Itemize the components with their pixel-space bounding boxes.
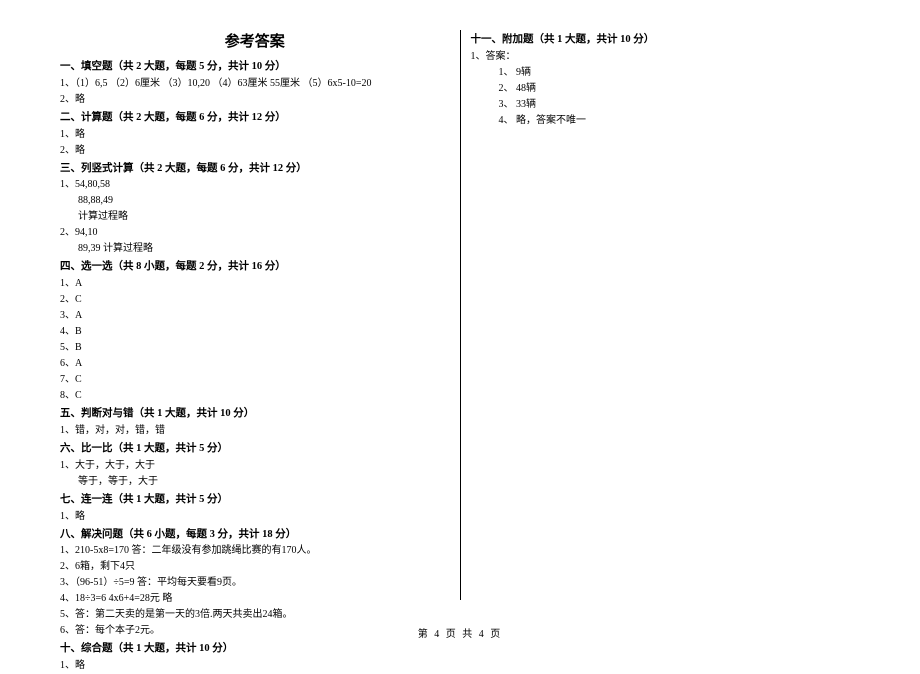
s4-a5: 5、B <box>60 340 450 356</box>
s4-a1: 1、A <box>60 276 450 292</box>
s8-item5: 5、答：第二天卖的是第一天的3倍.两天共卖出24箱。 <box>60 607 450 623</box>
section-8-head: 八、解决问题（共 6 小题，每题 3 分，共计 18 分） <box>60 527 450 544</box>
s3-item1a: 88,88,49 <box>60 193 450 209</box>
s1-item1: 1、（1）6,5 （2）6厘米 （3）10,20 （4）63厘米 55厘米 （5… <box>60 76 450 92</box>
s1-item2: 2、略 <box>60 92 450 108</box>
section-7-head: 七、连一连（共 1 大题，共计 5 分） <box>60 492 450 509</box>
section-11-head: 十一、附加题（共 1 大题，共计 10 分） <box>471 32 861 49</box>
doc-title: 参考答案 <box>60 30 450 51</box>
s11-a4: 4、 略，答案不唯一 <box>471 113 861 129</box>
section-5-head: 五、判断对与错（共 1 大题，共计 10 分） <box>60 406 450 423</box>
s4-a2: 2、C <box>60 292 450 308</box>
s11-item1: 1、答案： <box>471 49 861 65</box>
s8-item3: 3、（96-51）÷5=9 答：平均每天要看9页。 <box>60 575 450 591</box>
section-1-head: 一、填空题（共 2 大题，每题 5 分，共计 10 分） <box>60 59 450 76</box>
s3-item1b: 计算过程略 <box>60 209 450 225</box>
s7-item1: 1、略 <box>60 509 450 525</box>
s10-item1: 1、略 <box>60 658 450 674</box>
s4-a7: 7、C <box>60 372 450 388</box>
s8-item4: 4、18÷3=6 4x6+4=28元 略 <box>60 591 450 607</box>
s6-item1a: 等于，等于，大于 <box>60 474 450 490</box>
s11-a1: 1、 9辆 <box>471 65 861 81</box>
s3-item2a: 89,39 计算过程略 <box>60 241 450 257</box>
section-3-head: 三、列竖式计算（共 2 大题，每题 6 分，共计 12 分） <box>60 161 450 178</box>
s3-item1: 1、54,80,58 <box>60 177 450 193</box>
section-6-head: 六、比一比（共 1 大题，共计 5 分） <box>60 441 450 458</box>
s8-item1: 1、210-5x8=170 答：二年级没有参加跳绳比赛的有170人。 <box>60 543 450 559</box>
section-4-head: 四、选一选（共 8 小题，每题 2 分，共计 16 分） <box>60 259 450 276</box>
left-column: 参考答案 一、填空题（共 2 大题，每题 5 分，共计 10 分） 1、（1）6… <box>50 30 461 600</box>
s11-a2: 2、 48辆 <box>471 81 861 97</box>
page-content: 参考答案 一、填空题（共 2 大题，每题 5 分，共计 10 分） 1、（1）6… <box>0 0 920 610</box>
s8-item2: 2、6箱，剩下4只 <box>60 559 450 575</box>
s4-a8: 8、C <box>60 388 450 404</box>
s5-item1: 1、错，对，对，错，错 <box>60 423 450 439</box>
s11-a3: 3、 33辆 <box>471 97 861 113</box>
s3-item2: 2、94,10 <box>60 225 450 241</box>
s2-item1: 1、略 <box>60 127 450 143</box>
s6-item1: 1、大于，大于，大于 <box>60 458 450 474</box>
s4-a3: 3、A <box>60 308 450 324</box>
s4-a6: 6、A <box>60 356 450 372</box>
s2-item2: 2、略 <box>60 143 450 159</box>
s4-a4: 4、B <box>60 324 450 340</box>
section-2-head: 二、计算题（共 2 大题，每题 6 分，共计 12 分） <box>60 110 450 127</box>
page-footer: 第 4 页 共 4 页 <box>0 625 920 640</box>
right-column: 十一、附加题（共 1 大题，共计 10 分） 1、答案： 1、 9辆 2、 48… <box>461 30 871 600</box>
